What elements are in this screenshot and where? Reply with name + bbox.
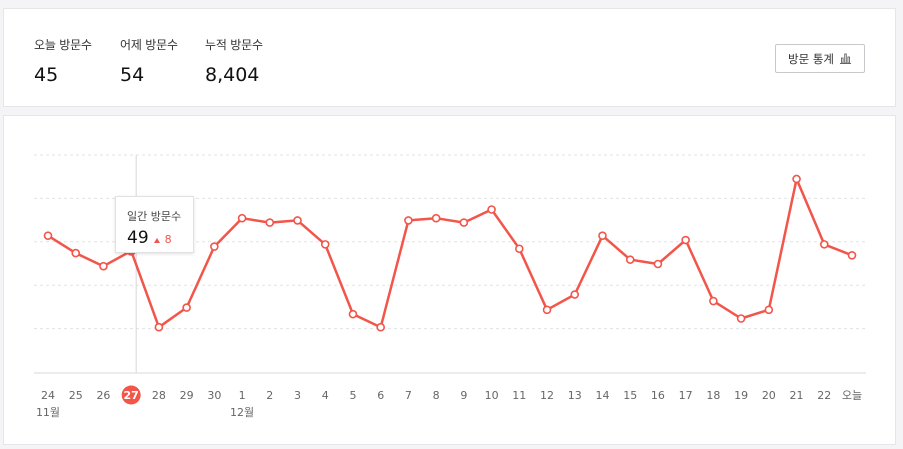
data-point [210, 242, 219, 251]
total-visits-label: 누적 방문수 [205, 38, 263, 52]
x-tick-label: 5 [349, 389, 356, 402]
data-point [736, 314, 746, 323]
x-tick-label: 20 [762, 389, 776, 402]
data-point [293, 216, 302, 225]
daily-visits-chart-card: 24 25 26 27 28 29 30 1 2 3 4 5 6 7 8 9 10 11 12 13 14 15 16 17 1… [3, 115, 896, 445]
data-point [487, 205, 496, 214]
data-point [792, 174, 801, 184]
x-tick-label: 19 [734, 389, 748, 402]
tooltip-label: 일간 방문수 [127, 210, 182, 223]
triangle-up-icon [153, 228, 160, 247]
total-visits-stat: 누적 방문수 8,404 [205, 36, 263, 86]
x-tick-label: 16 [651, 389, 665, 402]
data-point [237, 213, 247, 223]
data-point [154, 322, 164, 332]
data-point [459, 218, 469, 227]
data-point [71, 248, 81, 258]
x-month-label: 12월 [230, 406, 254, 419]
x-tick-label: 11 [512, 389, 526, 402]
x-tick-label: 8 [433, 389, 440, 402]
x-tick-label: 7 [405, 389, 412, 402]
x-tick-label: 2 [266, 389, 273, 402]
x-tick-label: 오늘 [842, 389, 862, 402]
x-tick-label: 21 [790, 389, 804, 402]
x-tick-label: 1 [239, 389, 246, 402]
data-point [625, 255, 635, 264]
data-point [182, 303, 191, 312]
data-point [320, 240, 330, 249]
data-point [404, 216, 413, 225]
today-visits-stat: 오늘 방문수 45 [34, 36, 92, 86]
x-tick-label: 30 [207, 389, 221, 402]
x-tick-label: 17 [679, 389, 693, 402]
data-point [376, 322, 385, 332]
data-point [542, 305, 552, 315]
daily-visits-tooltip: 일간 방문수 49 8 [115, 196, 194, 253]
summary-card: 오늘 방문수 45 어제 방문수 54 누적 방문수 8,404 방문 통계 [3, 8, 896, 107]
x-tick-label: 29 [180, 389, 194, 402]
bar-chart-icon [839, 53, 852, 64]
x-tick-label: 13 [568, 389, 582, 402]
data-point [847, 250, 857, 260]
x-tick-label: 3 [294, 389, 301, 402]
data-point [653, 259, 663, 269]
x-tick-label: 22 [817, 389, 831, 402]
data-point [99, 261, 108, 271]
x-tick-label: 4 [322, 389, 329, 402]
x-tick-label: 26 [96, 389, 110, 402]
data-point [709, 296, 718, 306]
data-point [265, 218, 275, 227]
data-point [764, 305, 774, 315]
x-tick-label: 27 [124, 389, 139, 402]
x-tick-label: 12 [540, 389, 554, 402]
data-point [598, 231, 607, 240]
x-tick-label: 10 [485, 389, 499, 402]
x-tick-label: 24 [41, 389, 55, 402]
data-point [819, 240, 829, 249]
x-tick-label: 6 [377, 389, 384, 402]
data-point [515, 244, 524, 254]
today-visits-label: 오늘 방문수 [34, 38, 92, 52]
data-point [348, 309, 358, 319]
total-visits-value: 8,404 [205, 64, 260, 86]
x-tick-label: 14 [595, 389, 609, 402]
visit-stats-button[interactable]: 방문 통계 [775, 44, 865, 73]
data-point [43, 231, 53, 240]
today-visits-value: 45 [34, 64, 59, 86]
x-tick-label: 9 [460, 389, 467, 402]
visit-stats-button-label: 방문 통계 [788, 51, 834, 66]
yesterday-visits-value: 54 [120, 64, 145, 86]
yesterday-visits-label: 어제 방문수 [120, 38, 178, 52]
data-point [570, 290, 580, 299]
tooltip-change: 8 [164, 233, 172, 246]
x-month-label: 11월 [36, 406, 60, 419]
tooltip-value: 49 [127, 228, 149, 248]
data-point [681, 235, 690, 245]
x-tick-label: 28 [152, 389, 166, 402]
x-tick-label: 18 [706, 389, 720, 402]
x-tick-label: 25 [69, 389, 83, 402]
yesterday-visits-stat: 어제 방문수 54 [120, 36, 178, 86]
data-point [431, 213, 441, 223]
daily-visits-chart: 24 25 26 27 28 29 30 1 2 3 4 5 6 7 8 9 10 11 12 13 14 15 16 17 1… [34, 154, 866, 419]
x-tick-label: 15 [623, 389, 637, 402]
